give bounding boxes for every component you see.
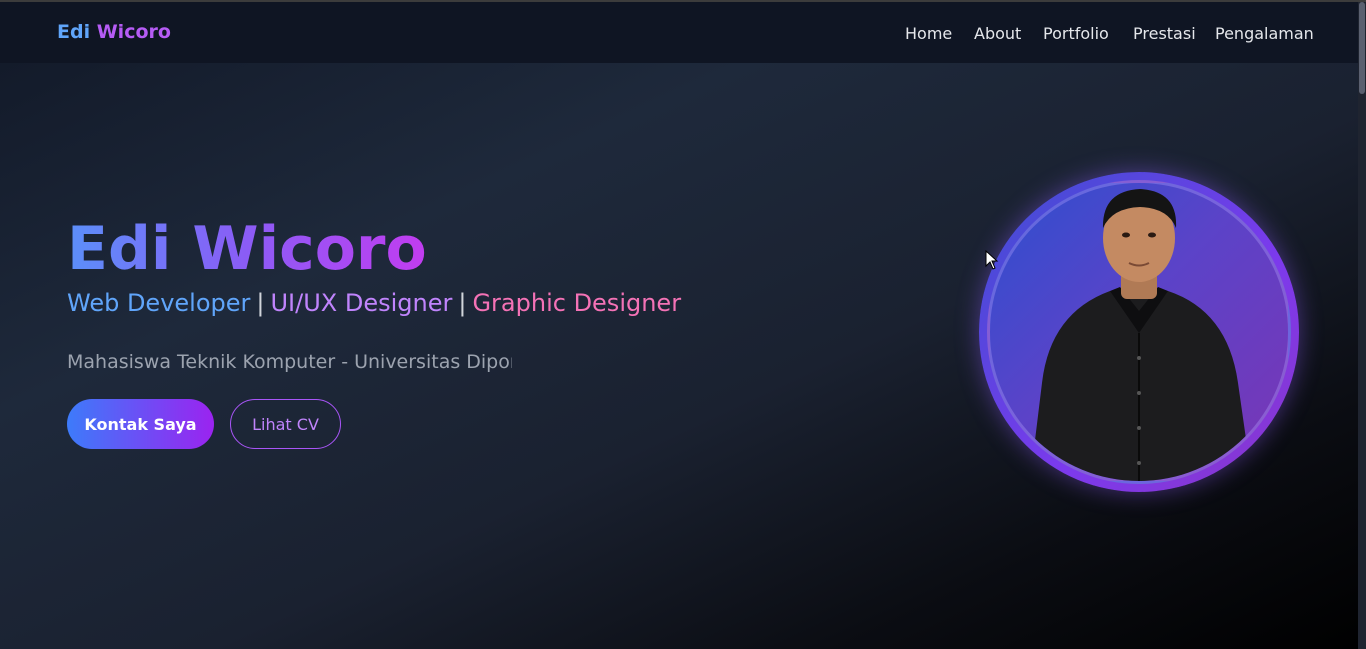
hero-name: Edi Wicoro [67,210,427,288]
scrollbar-thumb[interactable] [1359,2,1365,94]
nav-link-about[interactable]: About [974,24,1021,43]
role-separator: | [458,289,467,317]
contact-button[interactable]: Kontak Saya [67,399,214,449]
profile-photo-frame [979,172,1299,492]
role-uiux-designer: UI/UX Designer [270,289,453,317]
tagline-text: Mahasiswa Teknik Komputer - Universitas … [67,351,512,373]
typing-tagline: Mahasiswa Teknik Komputer - Universitas … [67,348,512,376]
page: Edi Wicoro Home About Portfolio Prestasi… [0,0,1366,649]
person-portrait-icon [1030,189,1252,481]
nav-link-prestasi[interactable]: Prestasi [1133,24,1196,43]
nav-link-pengalaman[interactable]: Pengalaman [1215,24,1314,43]
mouse-pointer-icon [985,250,999,270]
role-graphic-designer: Graphic Designer [472,289,682,317]
nav-links: Home About Portfolio Prestasi Pengalaman [0,24,1358,46]
role-web-developer: Web Developer [67,289,251,317]
nav-link-home[interactable]: Home [905,24,952,43]
profile-photo [987,180,1291,484]
page-scrollbar[interactable] [1358,0,1366,649]
navbar: Edi Wicoro Home About Portfolio Prestasi… [0,2,1358,63]
hero-roles: Web Developer | UI/UX Designer | Graphic Des… [67,287,681,319]
window-top-border [0,0,1366,2]
role-separator: | [256,289,265,317]
nav-link-portfolio[interactable]: Portfolio [1043,24,1109,43]
view-cv-button[interactable]: Lihat CV [230,399,341,449]
